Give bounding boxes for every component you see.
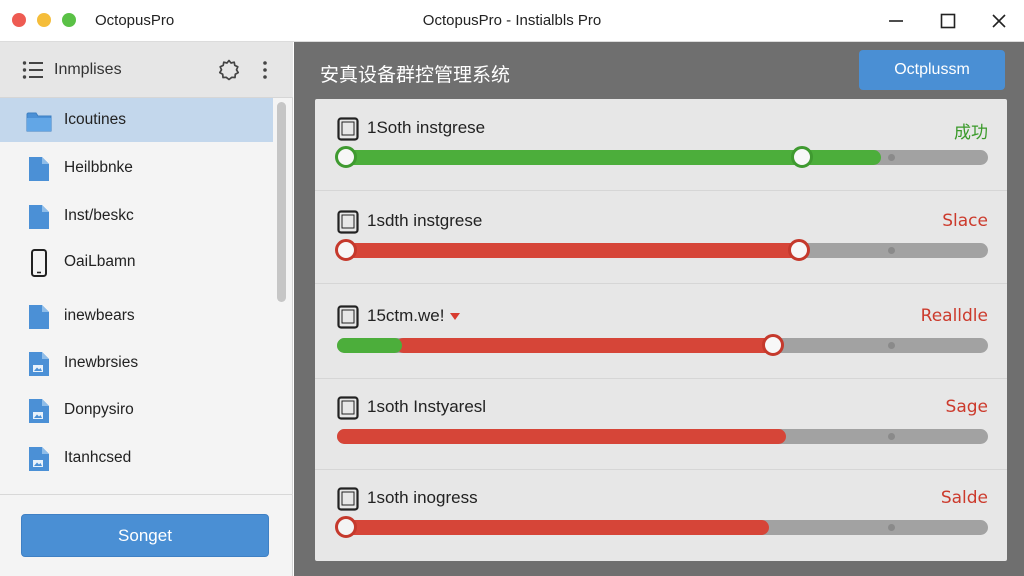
sidebar-item-inst-beskc[interactable]: Inst/beskc <box>0 194 273 238</box>
sidebar-item-itanhcsed[interactable]: Itanhcsed <box>0 436 273 480</box>
sidebar-item-oailbamn[interactable]: OaiLbamn <box>0 240 273 284</box>
device-status: Sage <box>945 397 988 417</box>
maximize-icon <box>940 13 956 29</box>
maximize-button[interactable] <box>934 8 962 34</box>
sidebar-item-donpysiro[interactable]: Donpysiro <box>0 388 273 432</box>
sidebar-item-inewbears[interactable]: inewbears <box>0 294 273 338</box>
device-status: Salde <box>940 488 988 508</box>
document-image-icon <box>29 352 49 376</box>
sidebar-item-icoutines[interactable]: Icoutines <box>0 98 273 142</box>
close-icon <box>992 14 1006 28</box>
progress-track[interactable] <box>337 429 988 444</box>
sidebar-item-inewbrsies[interactable]: Inewbrsies <box>0 341 273 385</box>
device-name: 1sdth instgrese <box>367 211 482 231</box>
device-name: 1soth inogress <box>367 488 478 508</box>
device-name: 1soth Instyaresl <box>367 397 486 417</box>
progress-fill <box>337 429 786 444</box>
sidebar-item-label: Inewbrsies <box>64 354 139 371</box>
document-image-icon <box>29 399 49 423</box>
sidebar-item-label: Heilbbnke <box>64 159 133 176</box>
progress-fill-secondary <box>396 338 777 353</box>
sidebar-header: Inmplises <box>0 42 293 98</box>
slider-knob[interactable] <box>762 334 784 356</box>
device-row: 1soth inogress Salde <box>315 469 1007 561</box>
tablet-icon <box>337 305 359 329</box>
sidebar-item-heilbbnke[interactable]: Heilbbnke <box>0 146 273 190</box>
progress-end-dot <box>888 342 895 349</box>
progress-track[interactable] <box>335 146 988 168</box>
sidebar-header-label: Inmplises <box>54 61 122 78</box>
device-row: 1sdth instgrese Slace <box>315 192 1007 284</box>
device-name-text: 1soth inogress <box>367 488 478 507</box>
slider-knob[interactable] <box>788 239 810 261</box>
start-slider-knob[interactable] <box>335 239 357 261</box>
device-status: Realldle <box>920 306 988 326</box>
main-area: 安真设备群控管理系统 Octplussm 1Soth instgrese 成功 1s… <box>294 42 1024 576</box>
sidebar-list: Icoutines Heilbbnke Inst/beskc OaiLbamn <box>0 98 276 494</box>
device-name-text: 1Soth instgrese <box>367 118 486 137</box>
folder-icon <box>26 112 52 132</box>
document-image-icon <box>29 447 49 471</box>
minimize-traffic-light[interactable] <box>37 13 51 27</box>
dropdown-caret-icon[interactable] <box>450 313 461 321</box>
progress-track[interactable] <box>335 516 988 538</box>
progress-track[interactable] <box>337 334 988 356</box>
app-name: OctopusPro <box>95 12 175 29</box>
sidebar-item-label: inewbears <box>64 307 135 324</box>
device-status: 成功 <box>954 123 988 143</box>
gear-icon[interactable] <box>217 58 241 82</box>
primary-action-button[interactable]: Octplussm <box>859 50 1005 90</box>
close-button[interactable] <box>985 8 1013 34</box>
document-icon <box>29 157 49 181</box>
progress-track[interactable] <box>335 239 988 261</box>
device-row: 1soth Instyaresl Sage <box>315 378 1007 470</box>
document-icon <box>29 205 49 229</box>
progress-end-dot <box>888 154 895 161</box>
close-traffic-light[interactable] <box>12 13 26 27</box>
main-header: 安真设备群控管理系统 Octplussm <box>294 42 1024 98</box>
device-name-text: 1sdth instgrese <box>367 211 483 230</box>
progress-fill <box>337 338 402 353</box>
device-name-text: 15ctm.we! <box>367 306 445 325</box>
device-name: 15ctm.we! <box>367 306 461 326</box>
sidebar-item-label: Inst/beskc <box>64 207 134 224</box>
sidebar-divider <box>0 494 293 495</box>
device-row: 15ctm.we! Realldle <box>315 287 1007 379</box>
device-status: Slace <box>942 211 988 231</box>
start-slider-knob[interactable] <box>335 516 357 538</box>
slider-knob[interactable] <box>791 146 813 168</box>
tablet-icon <box>337 210 359 234</box>
progress-fill <box>337 243 799 258</box>
progress-fill <box>337 520 769 535</box>
minimize-button[interactable] <box>882 8 910 34</box>
window-title: OctopusPro - Instialbls Pro <box>422 12 602 29</box>
tablet-icon <box>337 117 359 141</box>
title-bar: OctopusPro OctopusPro - Instialbls Pro <box>0 0 1024 42</box>
sidebar-item-label: Icoutines <box>64 111 127 128</box>
phone-icon <box>31 249 47 277</box>
minimize-icon <box>889 20 903 22</box>
device-name: 1Soth instgrese <box>367 118 485 138</box>
progress-end-dot <box>888 524 895 531</box>
device-name-text: 1soth Instyaresl <box>367 397 487 416</box>
more-options-icon[interactable] <box>258 58 272 82</box>
sidebar-scroll-thumb[interactable] <box>277 102 286 302</box>
progress-end-dot <box>888 433 895 440</box>
sidebar-item-label: Donpysiro <box>64 401 134 418</box>
sidebar-item-label: OaiLbamn <box>64 253 136 270</box>
list-menu-icon[interactable] <box>22 60 44 80</box>
tablet-icon <box>337 396 359 420</box>
page-title: 安真设备群控管理系统 <box>320 64 511 86</box>
device-list-panel: 1Soth instgrese 成功 1sdth instgrese Slace 15c… <box>315 99 1007 561</box>
start-slider-knob[interactable] <box>335 146 357 168</box>
sidebar-action-button[interactable]: Songet <box>21 514 269 557</box>
zoom-traffic-light[interactable] <box>62 13 76 27</box>
document-icon <box>29 305 49 329</box>
progress-end-dot <box>888 247 895 254</box>
device-row: 1Soth instgrese 成功 <box>315 99 1007 191</box>
tablet-icon <box>337 487 359 511</box>
sidebar: Inmplises Icoutines Heilbbnke Inst/beskc… <box>0 42 293 576</box>
sidebar-item-label: Itanhcsed <box>64 449 132 466</box>
